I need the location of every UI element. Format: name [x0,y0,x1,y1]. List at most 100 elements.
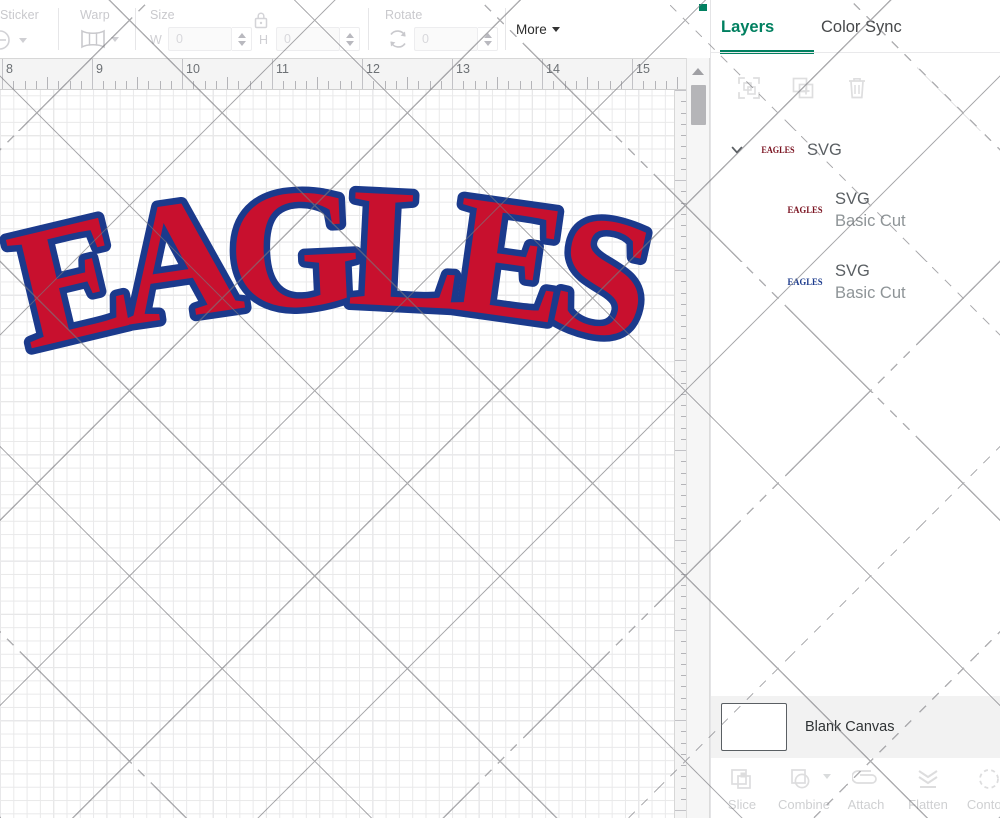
eagles-arched-wordmark[interactable]: EAGLES EAGLES [0,146,674,392]
rotate-reset-button[interactable] [386,28,410,50]
ruler-minor-tick [429,81,431,89]
ruler-minor-tick [137,77,138,89]
tab-layers[interactable]: Layers [721,18,774,37]
layer-row[interactable]: EAGLES SVG [711,126,1000,174]
ruler-minor-tick [294,81,296,89]
width-field[interactable] [168,27,232,51]
ruler-minor-tick [463,81,465,89]
design-canvas[interactable]: EAGLES EAGLES [0,90,674,818]
duplicate-layer-button[interactable] [791,76,815,100]
lock-icon [254,12,268,29]
ruler-number: 10 [186,62,200,76]
sticker-control[interactable] [0,30,27,50]
height-field[interactable] [276,27,340,51]
wordmark-fill: EAGLES [0,152,666,385]
sticker-label: Sticker [0,8,39,22]
ruler-minor-tick [47,77,48,89]
blank-canvas-swatch [721,703,787,751]
toolbar-divider-2 [135,8,136,50]
more-button[interactable]: More [516,22,560,37]
width-stepper[interactable] [232,27,252,51]
vertical-ruler[interactable] [674,90,686,818]
attach-icon [852,766,880,792]
ruler-minor-tick [654,81,656,89]
ruler-major-tick [675,90,686,91]
layer-thumbnail: EAGLES [759,143,797,157]
ruler-minor-tick [249,81,251,89]
ruler-minor-tick [69,81,71,89]
layer-name-block: SVG [807,139,842,161]
panel-tabs: Layers Color Sync [711,0,1000,58]
layer-row[interactable]: EAGLES SVG Basic Cut [711,246,1000,318]
layer-title: SVG [835,261,870,280]
caret-up-icon[interactable] [692,68,704,75]
ruler-major-tick [452,59,453,89]
ruler-major-tick [2,59,3,89]
ruler-minor-tick [395,81,397,89]
top-toolbar: Sticker Warp Size W 0 H 0 Rotate 0 More [0,0,710,58]
tab-color-sync[interactable]: Color Sync [821,18,902,37]
ruler-minor-tick [204,81,206,89]
ruler-minor-tick [58,81,60,89]
ruler-minor-tick [609,81,611,89]
ruler-major-tick [362,59,363,89]
ruler-minor-tick [665,81,667,89]
warp-icon [81,29,105,49]
slice-icon [729,766,755,792]
width-input[interactable] [169,28,231,50]
ruler-number: 8 [6,62,13,76]
ruler-minor-tick [103,81,105,89]
ruler-major-tick [632,59,633,89]
ruler-minor-tick [485,81,487,89]
ruler-minor-tick [215,81,217,89]
height-step-down-icon [345,40,354,46]
width-label: W [150,33,162,47]
combine-caret-icon[interactable] [823,774,831,779]
warp-label: Warp [80,8,110,22]
eagles-navy-thumb: EAGLES [788,278,823,288]
rotate-field[interactable] [414,27,478,51]
height-input[interactable] [277,28,339,50]
ruler-major-tick [675,720,686,721]
ruler-number: 13 [456,62,470,76]
rotate-step-up-icon [483,32,492,38]
height-stepper[interactable] [340,27,360,51]
ruler-minor-tick [575,81,577,89]
ruler-minor-tick [305,81,307,89]
group-layers-button[interactable] [737,76,761,100]
layer-subtitle: Basic Cut [835,284,906,302]
slice-label: Slice [727,797,757,812]
slice-button[interactable]: Slice [711,758,773,812]
combine-icon [789,766,819,792]
ruler-minor-tick [519,81,521,89]
rotate-icon [390,30,406,48]
flatten-button[interactable]: Flatten [897,758,959,812]
canvas-vertical-scrollbar[interactable] [686,58,710,818]
contour-button[interactable]: Contour [959,758,1000,812]
layer-name-block: SVG Basic Cut [835,188,906,233]
attach-button[interactable]: Attach [835,758,897,812]
toolbar-divider-4 [505,8,506,50]
horizontal-ruler[interactable]: 8 9 10 11 12 13 14 15 [0,58,686,90]
rotate-input[interactable] [415,28,477,50]
layer-title: SVG [835,189,870,208]
vertical-scroll-thumb[interactable] [691,85,706,125]
sticker-caret-icon [19,37,27,43]
ruler-minor-tick [497,77,498,89]
layer-list[interactable]: EAGLES SVG EAGLES SVG Basic Cut EAGLES S… [711,126,1000,696]
warp-control[interactable] [78,28,119,50]
rotate-stepper[interactable] [478,27,498,51]
delete-layer-button[interactable] [845,76,869,100]
ruler-minor-tick [643,81,645,89]
chevron-down-icon[interactable] [727,142,747,158]
ruler-major-tick [675,180,686,181]
ruler-major-tick [675,450,686,451]
layer-tools-bar [711,62,1000,114]
layer-row[interactable]: EAGLES SVG Basic Cut [711,174,1000,246]
layer-title: SVG [807,140,842,159]
layer-subtitle: Basic Cut [835,212,906,230]
lock-aspect-ratio-control[interactable] [252,10,270,30]
combine-button[interactable]: Combine [773,758,835,812]
blank-canvas-row[interactable]: Blank Canvas [711,696,1000,758]
ruler-minor-tick [564,81,566,89]
